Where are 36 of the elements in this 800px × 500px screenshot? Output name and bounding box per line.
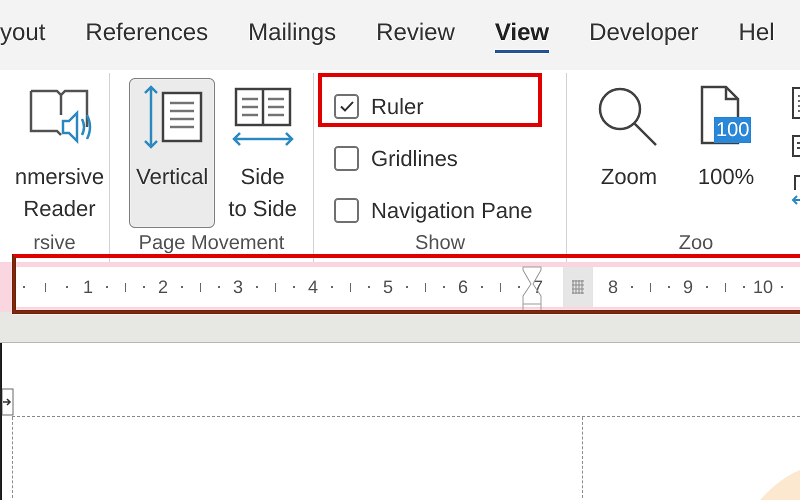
group-label: rsive [33,232,76,254]
group-label: Show [414,232,466,254]
ruler-number: 4 [306,276,319,298]
ribbon-tab[interactable]: References [85,18,208,52]
ribbon-button[interactable]: nmersive Reader [8,78,112,228]
indent-marker-icon [521,266,543,312]
ruler-number: 3 [232,276,244,298]
ribbon-tab[interactable]: yout [0,18,46,52]
checkbox-option[interactable]: Navigation Pane [334,192,532,228]
ribbon-button[interactable]: Vertical [129,78,216,228]
ruler-number: 1 [82,276,94,298]
ruler-number: 10 [753,276,773,298]
checkbox[interactable] [334,198,359,222]
check-icon [340,100,354,112]
group-label: Zoo [678,232,714,254]
ruler-number: 8 [606,276,619,298]
grid-marker-icon [571,279,585,295]
ribbon-tab[interactable]: Developer [589,18,699,52]
percent-badge: 100 [714,117,752,143]
ruler-number: 6 [456,276,469,298]
ruler-number: 2 [156,276,169,298]
ribbon-tab[interactable]: Hel [738,18,775,52]
ruler-number: 9 [682,276,694,298]
checkbox-option[interactable]: Gridlines [334,140,458,176]
ribbon-tab[interactable]: Review [376,18,455,52]
checkbox[interactable] [334,146,359,170]
ribbon-tab[interactable]: Mailings [248,18,336,52]
ruler-number: 5 [382,276,394,298]
ribbon-button[interactable]: Side to Side [221,78,304,228]
checkbox-option[interactable]: Ruler [334,88,424,124]
ribbon-button[interactable]: 100 100% [689,78,763,228]
ribbon-tab[interactable]: View [494,18,550,52]
ribbon-button[interactable]: Zoom [589,78,669,228]
corner-shape [760,470,800,500]
checkbox[interactable] [334,94,359,118]
group-label: Page Movement [138,232,284,254]
